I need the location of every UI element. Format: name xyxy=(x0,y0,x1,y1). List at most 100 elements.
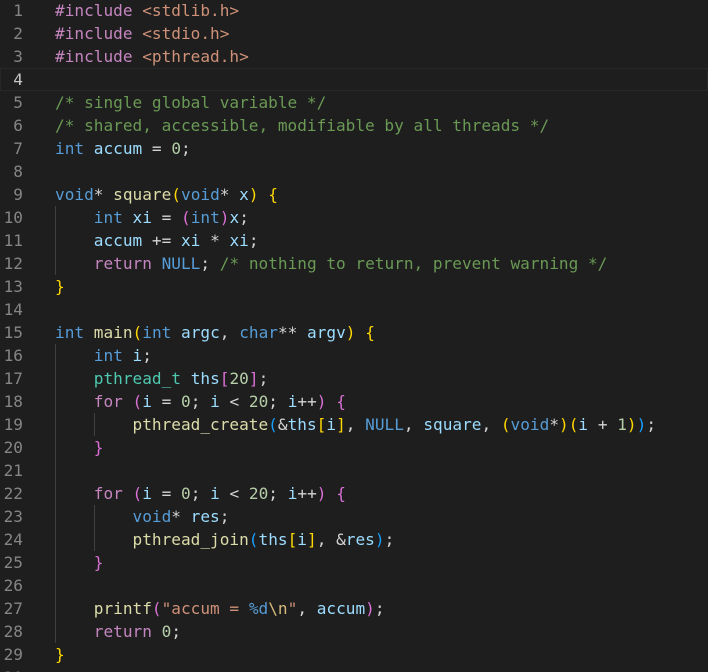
code-token: 0 xyxy=(161,621,172,641)
code-token: ; xyxy=(268,483,288,503)
code-line[interactable]: 22 for (i = 0; i < 20; i++) { xyxy=(0,482,708,505)
code-token: , xyxy=(481,414,501,434)
line-code: void* square(void* x) { xyxy=(55,183,278,206)
code-token: , xyxy=(219,322,240,342)
code-line[interactable]: 26 xyxy=(0,574,708,597)
code-token: ** xyxy=(277,322,308,342)
code-token: ) xyxy=(345,322,356,342)
code-line[interactable]: 4 xyxy=(0,67,708,91)
code-token: i xyxy=(142,391,152,411)
code-line[interactable]: 25 } xyxy=(0,551,708,574)
line-number: 24 xyxy=(3,529,23,549)
line-code: #include <pthread.h> xyxy=(55,45,249,68)
code-line[interactable]: 24 pthread_join(ths[i], &res); xyxy=(0,528,708,551)
code-token: return xyxy=(93,621,152,641)
code-line[interactable]: 9 void* square(void* x) { xyxy=(0,183,708,206)
code-token: 0 xyxy=(181,391,191,411)
line-number: 22 xyxy=(3,483,23,503)
code-token: i xyxy=(142,483,152,503)
code-token: int xyxy=(142,322,172,342)
line-number: 10 xyxy=(3,207,23,227)
code-line[interactable]: 30 xyxy=(0,666,708,672)
line-code: return 0; xyxy=(55,620,181,643)
code-token: i xyxy=(287,391,298,411)
code-token: x xyxy=(229,207,240,227)
code-token: int xyxy=(55,322,85,342)
code-line[interactable]: 20 } xyxy=(0,436,708,459)
code-line[interactable]: 8 xyxy=(0,160,708,183)
code-line[interactable]: 29} xyxy=(0,643,708,666)
code-line[interactable]: 1 #include <stdlib.h> xyxy=(0,0,708,22)
code-token: i xyxy=(287,483,298,503)
code-line[interactable]: 18 for (i = 0; i < 20; i++) { xyxy=(0,390,708,413)
code-token: 20 xyxy=(248,391,269,411)
line-number: 6 xyxy=(13,115,23,135)
code-token: x xyxy=(239,184,249,204)
code-token: for xyxy=(93,391,123,411)
line-code: int main(int argc, char** argv) { xyxy=(55,321,375,344)
code-token: %d xyxy=(248,598,269,618)
code-token: ++ xyxy=(297,391,317,411)
code-line[interactable]: 5 /* single global variable */ xyxy=(0,91,708,114)
code-token: NULL xyxy=(365,414,404,434)
code-line[interactable]: 10 int xi = (int)x; xyxy=(0,206,708,229)
code-token: ( xyxy=(151,598,162,618)
code-token: ( xyxy=(132,483,143,503)
code-line[interactable]: 16 int i; xyxy=(0,344,708,367)
code-line[interactable]: 2 #include <stdio.h> xyxy=(0,22,708,45)
code-token: ( xyxy=(500,414,511,434)
code-token: #include xyxy=(55,0,143,20)
code-line[interactable]: 11 accum += xi * xi; xyxy=(0,229,708,252)
line-code: } xyxy=(55,643,65,666)
code-line[interactable]: 28 return 0; xyxy=(0,620,708,643)
line-code: } xyxy=(55,275,65,298)
code-line[interactable]: 27 printf("accum = %d\n", accum); xyxy=(0,597,708,620)
code-token: #include xyxy=(55,46,143,66)
code-line[interactable]: 14 xyxy=(0,298,708,321)
code-token: [ xyxy=(219,368,230,388)
line-number: 12 xyxy=(3,253,23,273)
code-line[interactable]: 23 void* res; xyxy=(0,505,708,528)
code-token: for xyxy=(93,483,123,503)
code-token: ( xyxy=(568,414,579,434)
line-number: 29 xyxy=(3,644,23,664)
code-token: ) xyxy=(559,414,569,434)
code-line[interactable]: 19 pthread_create(&ths[i], NULL, square,… xyxy=(0,413,708,436)
code-token: ( xyxy=(181,207,191,227)
code-line[interactable]: 12 return NULL; /* nothing to return, pr… xyxy=(0,252,708,275)
code-token: ; xyxy=(171,621,182,641)
code-line[interactable]: 13} xyxy=(0,275,708,298)
code-token: pthread_create xyxy=(132,414,269,434)
code-line[interactable]: 6 /* shared, accessible, modifiable by al… xyxy=(0,114,708,137)
code-line[interactable]: 17 pthread_t ths[20]; xyxy=(0,367,708,390)
line-number: 16 xyxy=(3,345,23,365)
line-code: pthread_t ths[20]; xyxy=(55,367,269,390)
code-line[interactable]: 21 xyxy=(0,459,708,482)
code-token: ; xyxy=(384,529,395,549)
code-token: accum xyxy=(93,138,143,158)
code-token: res xyxy=(190,506,220,526)
code-line[interactable]: 15 int main(int argc, char** argv) { xyxy=(0,321,708,344)
code-token: void xyxy=(55,184,94,204)
code-line[interactable]: 3 #include <pthread.h> xyxy=(0,45,708,68)
code-token: ) xyxy=(219,207,230,227)
code-token: = xyxy=(151,391,182,411)
code-line[interactable]: 7 int accum = 0; xyxy=(0,137,708,160)
code-token: = xyxy=(142,138,172,158)
code-token: /* shared, accessible, modifiable by all… xyxy=(55,115,550,135)
line-number: 20 xyxy=(3,437,23,457)
code-token: <stdio.h> xyxy=(142,23,230,43)
code-token: <pthread.h> xyxy=(142,46,249,66)
code-editor[interactable]: 1 #include <stdlib.h> 2 #include <stdio.h> 3… xyxy=(0,0,708,672)
